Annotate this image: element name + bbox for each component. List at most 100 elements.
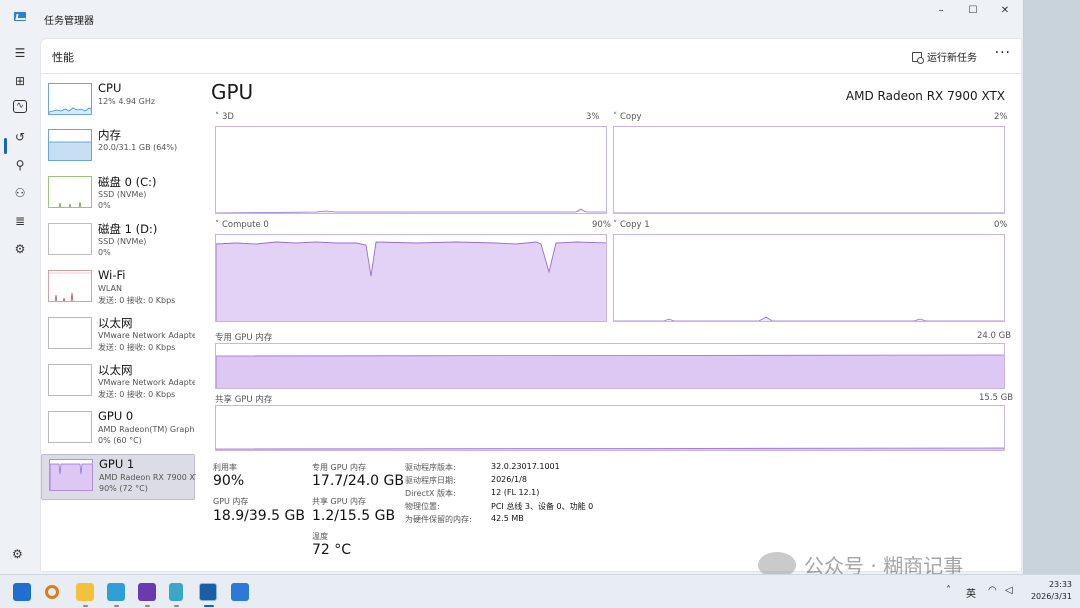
gpu-1-thumbnail bbox=[49, 459, 93, 491]
driver-version-value: 32.0.23017.1001 bbox=[491, 462, 560, 471]
maximize-button[interactable]: ☐ bbox=[958, 3, 988, 19]
graph-compute0 bbox=[215, 234, 607, 322]
clock-date: 2026/3/31 bbox=[1030, 592, 1072, 601]
hardware-reserved-value: 42.5 MB bbox=[491, 514, 524, 523]
gpu-title: GPU bbox=[211, 80, 254, 104]
device-detail: 20.0/31.1 GB (64%) bbox=[98, 143, 178, 152]
disk-0-thumbnail bbox=[48, 176, 92, 208]
ethernet-1-thumbnail bbox=[48, 317, 92, 349]
device-item-cpu[interactable]: CPU 12% 4.94 GHz bbox=[41, 79, 195, 125]
graph-copy1-value: 0% bbox=[994, 220, 1008, 230]
app-icon-paint[interactable] bbox=[231, 583, 249, 601]
run-new-task-button[interactable]: 运行新任务 bbox=[912, 49, 977, 64]
ethernet-2-thumbnail bbox=[48, 364, 92, 396]
physical-location-value: PCI 总线 3、设备 0、功能 0 bbox=[491, 502, 594, 511]
device-item-disk-1[interactable]: 磁盘 1 (D:) SSD (NVMe) 0% bbox=[41, 219, 195, 265]
tray-chevron-icon[interactable]: ˄ bbox=[946, 585, 951, 596]
services-icon[interactable]: ⚙ bbox=[10, 240, 30, 258]
processes-icon[interactable]: ⊞ bbox=[10, 72, 30, 90]
graph-copy-value: 2% bbox=[994, 112, 1008, 122]
directx-version-value: 12 (FL 12.1) bbox=[491, 488, 540, 497]
clock[interactable]: 23:33 2026/3/31 bbox=[1031, 579, 1072, 603]
directx-version-label: DirectX 版本: bbox=[405, 489, 456, 498]
settings-icon[interactable]: ⚙ bbox=[12, 547, 23, 561]
users-icon[interactable]: ⚇ bbox=[10, 184, 30, 202]
nav-rail: ☰ ⊞ ∿ ↺ ⚲ ⚇ ≣ ⚙ bbox=[0, 36, 40, 572]
gpu-model-name: AMD Radeon RX 7900 XTX bbox=[845, 89, 1005, 103]
graph-dedicated-memory bbox=[215, 343, 1005, 389]
physical-location-label: 物理位置: bbox=[405, 502, 440, 511]
more-options-button[interactable]: ··· bbox=[995, 45, 1011, 61]
performance-panel: 性能 运行新任务 ··· CPU 12% 4.94 GHz 内存 20.0/31… bbox=[40, 38, 1022, 572]
taskbar: ˄ 英 ◠ ◁ 23:33 2026/3/31 bbox=[0, 574, 1080, 608]
running-indicator bbox=[145, 605, 150, 607]
minimize-button[interactable]: – bbox=[926, 3, 956, 19]
startup-apps-icon[interactable]: ⚲ bbox=[10, 156, 30, 174]
running-indicator bbox=[174, 605, 179, 607]
dedicated-memory-label: 专用 GPU 内存 bbox=[312, 463, 366, 472]
running-indicator bbox=[83, 605, 88, 607]
device-name: GPU 0 bbox=[98, 409, 134, 423]
wifi-thumbnail bbox=[48, 270, 92, 302]
start-button-icon[interactable] bbox=[13, 583, 31, 601]
title-bar[interactable]: 任务管理器 – ☐ ✕ bbox=[0, 0, 1023, 36]
device-item-memory[interactable]: 内存 20.0/31.1 GB (64%) bbox=[41, 125, 195, 171]
task-manager-taskbar-icon[interactable] bbox=[199, 583, 217, 601]
device-detail: SSD (NVMe) bbox=[98, 237, 147, 246]
device-usage: 0% (60 °C) bbox=[98, 436, 142, 445]
device-name: 磁盘 1 (D:) bbox=[98, 222, 158, 236]
app-icon-purple[interactable] bbox=[138, 583, 156, 601]
volume-icon[interactable]: ◁ bbox=[1005, 585, 1013, 596]
active-indicator bbox=[204, 605, 214, 607]
device-detail: WLAN bbox=[98, 284, 123, 293]
graph-dedicated-value: 24.0 GB bbox=[977, 331, 1012, 341]
performance-icon[interactable]: ∿ bbox=[13, 100, 27, 113]
close-button[interactable]: ✕ bbox=[990, 3, 1020, 19]
memory-thumbnail bbox=[48, 129, 92, 161]
app-icon-blue[interactable] bbox=[107, 583, 125, 601]
app-title: 任务管理器 bbox=[44, 16, 94, 27]
search-icon[interactable] bbox=[45, 585, 59, 599]
graph-3d-label[interactable]: ˅ 3D bbox=[215, 112, 234, 122]
graph-compute0-value: 90% bbox=[592, 220, 611, 230]
graph-copy-label[interactable]: ˅ Copy bbox=[613, 112, 642, 122]
hamburger-menu-icon[interactable]: ☰ bbox=[10, 44, 30, 62]
nav-active-indicator bbox=[4, 138, 7, 154]
utilization-label: 利用率 bbox=[213, 463, 237, 472]
device-name: 磁盘 0 (C:) bbox=[98, 175, 157, 189]
file-explorer-icon[interactable] bbox=[76, 583, 94, 601]
clock-time: 23:33 bbox=[1048, 580, 1072, 589]
task-manager-window: 任务管理器 – ☐ ✕ ☰ ⊞ ∿ ↺ ⚲ ⚇ ≣ ⚙ ⚙ 性能 运行新任务 ·… bbox=[0, 0, 1024, 574]
temperature-value: 72 °C bbox=[312, 542, 352, 558]
graph-shared-label: 共享 GPU 内存 bbox=[215, 395, 273, 405]
device-item-gpu-1[interactable]: GPU 1 AMD Radeon RX 7900 XTX 90% (72 °C) bbox=[41, 454, 196, 500]
device-detail: VMware Network Adapter bbox=[98, 331, 195, 340]
details-icon[interactable]: ≣ bbox=[10, 212, 30, 230]
device-item-disk-0[interactable]: 磁盘 0 (C:) SSD (NVMe) 0% bbox=[41, 172, 195, 218]
graph-copy1 bbox=[613, 234, 1005, 322]
device-item-ethernet-2[interactable]: 以太网 VMware Network Adapter 发送: 0 接收: 0 K… bbox=[41, 360, 195, 406]
wifi-icon[interactable]: ◠ bbox=[988, 585, 997, 596]
device-detail: SSD (NVMe) bbox=[98, 190, 147, 199]
graph-3d-value: 3% bbox=[586, 112, 600, 122]
graph-shared-value: 15.5 GB bbox=[979, 393, 1014, 403]
device-name: 以太网 bbox=[98, 363, 133, 377]
gpu-memory-label: GPU 内存 bbox=[213, 497, 249, 506]
graph-copy1-label[interactable]: ˅ Copy 1 bbox=[613, 220, 650, 230]
header-divider bbox=[41, 73, 1021, 74]
device-usage: 0% bbox=[98, 248, 111, 257]
run-task-icon bbox=[912, 51, 924, 64]
disk-1-thumbnail bbox=[48, 223, 92, 255]
device-detail: 12% 4.94 GHz bbox=[98, 97, 156, 106]
device-usage: 发送: 0 接收: 0 Kbps bbox=[98, 296, 176, 305]
device-item-gpu-0[interactable]: GPU 0 AMD Radeon(TM) Graphics 0% (60 °C) bbox=[41, 407, 195, 453]
graph-compute0-label[interactable]: ˅ Compute 0 bbox=[215, 220, 269, 230]
ime-indicator[interactable]: 英 bbox=[966, 585, 976, 600]
device-usage: 0% bbox=[98, 201, 111, 210]
notepad-icon[interactable] bbox=[169, 583, 183, 601]
page-title: 性能 bbox=[52, 51, 74, 64]
device-name: CPU bbox=[98, 81, 122, 95]
device-item-wifi[interactable]: Wi-Fi WLAN 发送: 0 接收: 0 Kbps bbox=[41, 266, 195, 312]
app-history-icon[interactable]: ↺ bbox=[10, 128, 30, 146]
device-item-ethernet-1[interactable]: 以太网 VMware Network Adapter 发送: 0 接收: 0 K… bbox=[41, 313, 195, 359]
